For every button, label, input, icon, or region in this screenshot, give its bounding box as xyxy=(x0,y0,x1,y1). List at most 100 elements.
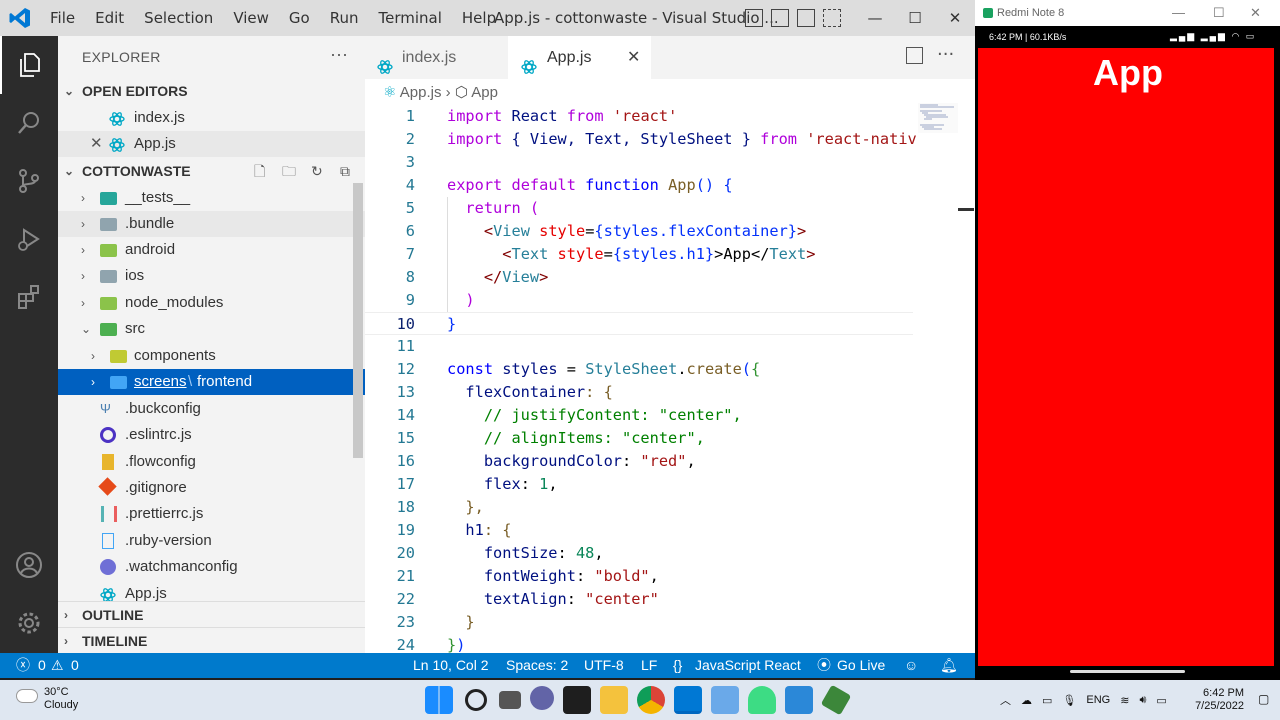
language-mode[interactable]: JavaScript React xyxy=(695,653,801,678)
menu-selection[interactable]: Selection xyxy=(134,0,223,36)
menu-file[interactable]: File xyxy=(40,0,85,36)
minimap[interactable] xyxy=(918,103,958,133)
terminal-icon[interactable] xyxy=(563,686,591,714)
settings-gear-icon[interactable] xyxy=(0,594,58,652)
open-editor-item[interactable]: ✕ App.js xyxy=(58,131,365,157)
tree-item-folder[interactable]: › __tests__ xyxy=(58,185,365,211)
cursor-position[interactable]: Ln 10, Col 2 xyxy=(413,653,489,678)
errors-icon[interactable]: ⓧ xyxy=(16,653,30,678)
toggle-panel-icon[interactable] xyxy=(771,9,789,27)
timeline-section[interactable]: › TIMELINE xyxy=(58,627,365,653)
search-icon[interactable] xyxy=(465,689,487,711)
editor-more-icon[interactable]: ··· xyxy=(937,44,954,65)
breadcrumb-file[interactable]: App.js xyxy=(400,84,442,101)
tree-item-selected[interactable]: › screens \ frontend xyxy=(58,369,365,395)
notifications-bell-icon[interactable]: 🔔︎ xyxy=(940,653,958,678)
folder-tests-icon xyxy=(100,192,117,205)
menu-go[interactable]: Go xyxy=(279,0,320,36)
menu-view[interactable]: View xyxy=(223,0,279,36)
tree-item-file[interactable]: .eslintrc.js xyxy=(58,422,365,448)
tree-item-folder[interactable]: › .bundle xyxy=(58,211,365,237)
editor-scroll-indicator[interactable] xyxy=(958,208,974,211)
start-windows-icon[interactable] xyxy=(425,686,453,714)
close-window-button[interactable]: ✕ xyxy=(935,0,975,36)
onedrive-icon[interactable]: ☁ xyxy=(1021,694,1032,707)
toggle-secondary-sidebar-icon[interactable] xyxy=(797,9,815,27)
new-folder-icon[interactable]: 🗀 xyxy=(282,158,296,184)
search-icon[interactable] xyxy=(0,94,58,152)
account-icon[interactable] xyxy=(0,536,58,594)
indentation[interactable]: Spaces: 2 xyxy=(506,653,568,678)
open-editors-section[interactable]: ⌄ OPEN EDITORS xyxy=(58,78,365,104)
volume-icon[interactable]: 🔊︎ xyxy=(1139,694,1146,707)
go-live-button[interactable]: Go Live xyxy=(837,653,885,678)
chrome-icon[interactable] xyxy=(637,686,665,714)
refresh-icon[interactable]: ↻ xyxy=(311,158,323,184)
collapse-all-icon[interactable]: ⧉ xyxy=(340,158,350,184)
tab-app-js[interactable]: App.js ✕ xyxy=(508,36,651,79)
run-debug-icon[interactable] xyxy=(0,210,58,268)
menu-edit[interactable]: Edit xyxy=(85,0,134,36)
menu-terminal[interactable]: Terminal xyxy=(369,0,452,36)
toggle-sidebar-icon[interactable] xyxy=(745,9,763,27)
tree-item-folder-open[interactable]: ⌄ src xyxy=(58,316,365,342)
language-indicator[interactable]: ENG xyxy=(1086,694,1110,706)
tab-index-js[interactable]: index.js xyxy=(365,36,508,79)
maximize-button[interactable]: ☐ xyxy=(895,0,935,36)
phone-minimize-button[interactable]: — xyxy=(1172,5,1185,20)
explorer-icon[interactable] xyxy=(0,36,58,94)
phone-close-button[interactable]: ✕ xyxy=(1250,5,1261,21)
node-icon[interactable] xyxy=(820,684,852,716)
source-control-icon[interactable] xyxy=(0,152,58,210)
vscode-taskbar-icon[interactable] xyxy=(674,686,702,714)
tab-close-icon[interactable]: ✕ xyxy=(627,36,640,79)
tree-item-file[interactable]: Ψ .buckconfig xyxy=(58,396,365,422)
android-studio-icon[interactable] xyxy=(748,686,776,714)
warnings-icon[interactable]: ⚠ xyxy=(51,653,64,678)
tree-item-file[interactable]: .prettierrc.js xyxy=(58,501,365,527)
encoding[interactable]: UTF-8 xyxy=(584,653,624,678)
taskbar-clock[interactable]: 6:42 PM 7/25/2022 xyxy=(1190,687,1244,713)
breadcrumb-symbol[interactable]: App xyxy=(471,84,498,101)
phone-maximize-button[interactable]: ☐ xyxy=(1213,5,1225,21)
notification-icon[interactable]: ▢ xyxy=(1258,692,1269,706)
wifi-icon[interactable]: ≋ xyxy=(1120,694,1129,707)
remote-desktop-icon[interactable] xyxy=(711,686,739,714)
tree-item-folder[interactable]: › node_modules xyxy=(58,290,365,316)
new-file-icon[interactable]: 🗋 xyxy=(254,158,265,184)
battery-icon[interactable]: ▭ xyxy=(1156,694,1166,707)
tree-item-file[interactable]: .flowconfig xyxy=(58,449,365,475)
phone-gesture-bar[interactable] xyxy=(1070,670,1185,673)
close-editor-icon[interactable]: ✕ xyxy=(90,131,103,157)
weather-cloud-icon[interactable] xyxy=(16,689,38,703)
file-explorer-icon[interactable] xyxy=(600,686,628,714)
feedback-icon[interactable]: ☺ xyxy=(904,653,918,678)
tree-item-folder[interactable]: › components xyxy=(58,343,365,369)
outline-section[interactable]: › OUTLINE xyxy=(58,601,365,627)
extensions-icon[interactable] xyxy=(0,268,58,326)
chat-icon[interactable] xyxy=(530,686,554,710)
minimize-button[interactable]: — xyxy=(855,0,895,36)
menu-run[interactable]: Run xyxy=(320,0,369,36)
line-ending[interactable]: LF xyxy=(641,653,657,678)
vscode-logo-icon[interactable] xyxy=(8,6,32,30)
task-view-icon[interactable] xyxy=(499,691,521,709)
folder-ios-icon xyxy=(100,270,117,283)
tray-app-icon[interactable]: ▭ xyxy=(1042,694,1052,707)
customize-layout-icon[interactable] xyxy=(823,9,841,27)
microphone-icon[interactable]: 🎙︎ xyxy=(1062,694,1076,707)
tree-item-folder[interactable]: › ios xyxy=(58,263,365,289)
app-screen[interactable]: App xyxy=(978,48,1274,666)
tray-chevron-icon[interactable]: ︿ xyxy=(1000,692,1011,708)
tree-item-folder[interactable]: › android xyxy=(58,237,365,263)
split-editor-icon[interactable] xyxy=(906,47,923,64)
tree-item-file[interactable]: .watchmanconfig xyxy=(58,554,365,580)
open-editor-item[interactable]: index.js xyxy=(58,105,365,131)
tree-item-file[interactable]: .gitignore xyxy=(58,475,365,501)
project-section[interactable]: ⌄ COTTONWASTE 🗋 🗀 ↻ ⧉ xyxy=(58,158,365,184)
explorer-more-icon[interactable]: ··· xyxy=(330,44,348,65)
sidebar-scrollbar[interactable] xyxy=(353,183,363,458)
tree-item-file[interactable]: .ruby-version xyxy=(58,528,365,554)
photos-icon[interactable] xyxy=(785,686,813,714)
weather-widget[interactable]: 30°C Cloudy xyxy=(44,686,78,712)
